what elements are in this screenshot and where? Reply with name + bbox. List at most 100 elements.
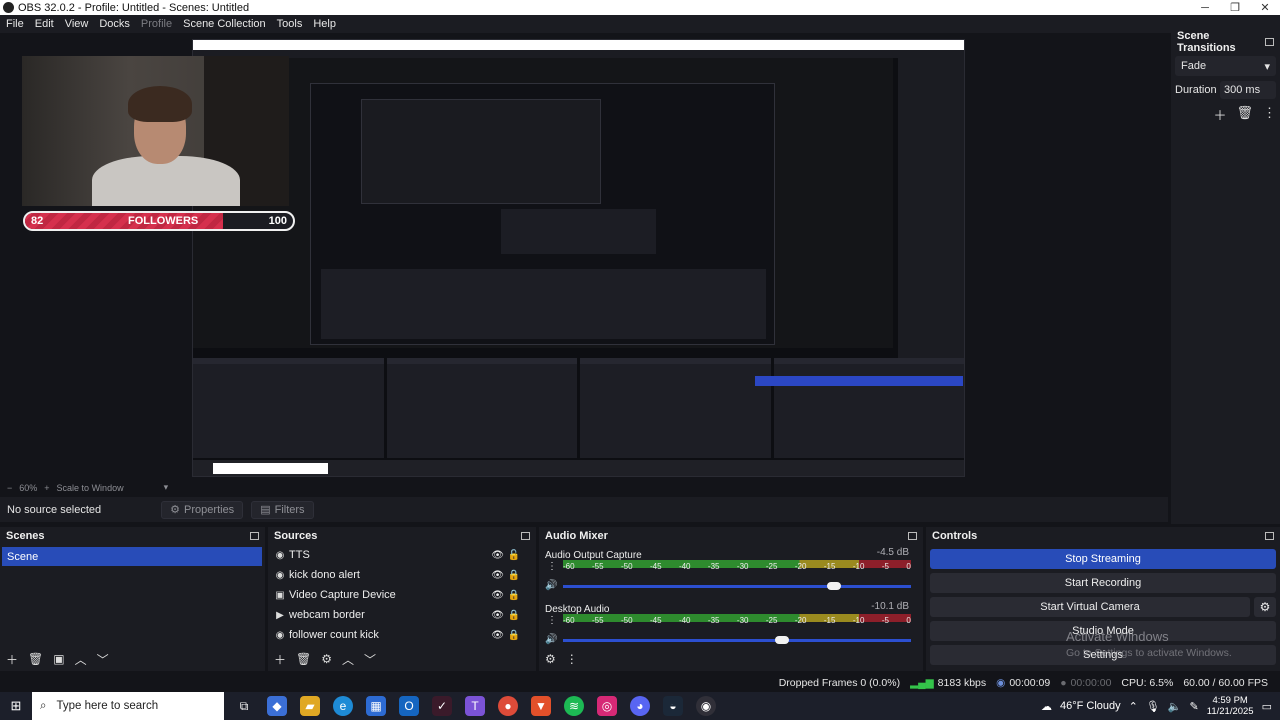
obs-icon[interactable]: ◉ [696,696,716,716]
speaker-icon[interactable]: 🔊 [545,634,557,645]
mixer-settings-icon[interactable]: ⚙ [545,652,556,666]
move-down-icon[interactable]: ﹀ [364,651,376,668]
eye-icon[interactable]: 👁 [491,610,504,621]
eye-icon[interactable]: 👁 [491,570,504,581]
outlook-icon[interactable]: O [399,696,419,716]
scale-mode-dropdown[interactable]: ▾ [164,482,169,493]
weather-text[interactable]: 46°F Cloudy [1060,700,1121,712]
teams-icon[interactable]: T [465,696,485,716]
menu-file[interactable]: File [6,18,24,30]
dock-header: Sources [268,527,536,545]
pen-icon[interactable]: ✎ [1190,700,1199,713]
kebab-menu-icon[interactable]: ⋮ [547,615,557,626]
taskbar-search[interactable]: ⌕ Type here to search [32,692,224,720]
dropped-frames: Dropped Frames 0 (0.0%) [778,677,901,689]
kebab-menu-icon[interactable]: ⋮ [1263,105,1276,124]
menu-scene-collection[interactable]: Scene Collection [183,18,266,30]
volume-knob[interactable] [827,582,842,590]
zoom-in-button[interactable]: + [44,483,49,493]
steam-icon[interactable]: ◒ [663,696,683,716]
stop-streaming-button[interactable]: Stop Streaming [930,549,1276,569]
transition-select[interactable]: Fade ▾ [1175,56,1276,76]
duration-value: 300 ms [1224,84,1261,96]
preview-canvas[interactable]: 82 FOLLOWERS 100 [0,33,1168,481]
lock-icon[interactable]: 🔒 [508,570,520,581]
scene-item[interactable]: Scene [2,547,262,566]
follower-count-bar: 82 FOLLOWERS 100 [23,211,295,231]
volume-slider[interactable] [563,582,911,590]
instagram-icon[interactable]: ◎ [597,696,617,716]
menu-edit[interactable]: Edit [35,18,54,30]
clock[interactable]: 4:59 PM 11/21/2025 [1207,695,1254,717]
add-icon[interactable]: ＋ [274,651,286,668]
chevron-up-icon[interactable]: ⌃ [1129,700,1138,713]
properties-button[interactable]: ⚙ Properties [161,500,244,519]
notification-icon[interactable]: ▭ [1262,700,1272,713]
microphone-icon[interactable]: 🎙 [1146,700,1160,713]
close-button[interactable]: ✕ [1250,0,1280,15]
minimize-button[interactable]: ─ [1190,0,1220,15]
spotify-icon[interactable]: ≋ [564,696,584,716]
volume-slider[interactable] [563,636,911,644]
store-icon[interactable]: ▦ [366,696,386,716]
capcut-icon[interactable]: ✓ [432,696,452,716]
add-transition-icon[interactable]: ＋ [1213,105,1226,124]
chrome-icon[interactable]: ● [498,696,518,716]
trash-icon[interactable]: 🗑 [296,652,311,666]
menu-docks[interactable]: Docks [99,18,130,30]
source-label: Video Capture Device [289,589,396,601]
start-recording-button[interactable]: Start Recording [930,573,1276,593]
volume-knob[interactable] [775,636,790,644]
source-item[interactable]: ◉ follower count kick 👁 🔒 [268,625,536,645]
source-item[interactable]: ▣ Video Capture Device 👁 🔒 [268,585,536,605]
discord-icon[interactable]: ◕ [630,696,650,716]
task-view-icon[interactable]: ⧉ [234,696,254,716]
windows-start-icon[interactable]: ⊞ [0,692,32,720]
undock-icon[interactable] [1265,38,1274,46]
move-down-icon[interactable]: ﹀ [97,651,109,668]
brave-icon[interactable]: ▼ [531,696,551,716]
trash-icon[interactable]: 🗑 [28,652,43,666]
source-item[interactable]: ◉ kick dono alert 👁 🔒 [268,565,536,585]
volume-icon[interactable]: 🔈 [1168,700,1182,713]
file-explorer-icon[interactable]: ▰ [300,696,320,716]
trash-icon[interactable]: 🗑 [1236,105,1253,124]
source-item[interactable]: ▶ webcam border 👁 🔒 [268,605,536,625]
scale-tick: -25 [765,616,778,625]
zoom-out-button[interactable]: − [7,483,12,493]
menu-view[interactable]: View [65,18,89,30]
scene-filter-icon[interactable]: ▣ [53,652,64,666]
restore-button[interactable]: ❐ [1220,0,1250,15]
menu-tools[interactable]: Tools [277,18,303,30]
move-up-icon[interactable]: ︿ [75,651,87,668]
lock-icon[interactable]: 🔓 [508,550,520,561]
undock-icon[interactable] [250,532,259,540]
scale-tick: -15 [823,616,836,625]
scale-tick: -5 [881,562,889,571]
menu-help[interactable]: Help [313,18,336,30]
undock-icon[interactable] [1265,532,1274,540]
edge-icon[interactable]: e [333,696,353,716]
undock-icon[interactable] [521,532,530,540]
start-virtual-camera-button[interactable]: Start Virtual Camera [930,597,1250,617]
lock-icon[interactable]: 🔒 [508,630,520,641]
add-icon[interactable]: ＋ [6,651,18,668]
eye-icon[interactable]: 👁 [491,590,504,601]
lock-icon[interactable]: 🔒 [508,590,520,601]
menu-profile[interactable]: Profile [141,18,172,30]
speaker-icon[interactable]: 🔊 [545,580,557,591]
eye-icon[interactable]: 👁 [491,550,504,561]
gear-icon[interactable]: ⚙ [321,652,332,666]
undock-icon[interactable] [908,532,917,540]
filters-button[interactable]: ▤ Filters [251,500,314,519]
eye-icon[interactable]: 👁 [491,630,504,641]
kebab-menu-icon[interactable]: ⋮ [547,561,557,572]
kebab-menu-icon[interactable]: ⋮ [566,652,578,666]
move-up-icon[interactable]: ︿ [342,651,354,668]
scale-tick: -20 [794,616,807,625]
duration-input[interactable]: 300 ms [1220,81,1276,99]
gear-icon[interactable]: ⚙ [1254,597,1276,617]
source-item[interactable]: ◉ TTS 👁 🔓 [268,545,536,565]
copilot-icon[interactable]: ◆ [267,696,287,716]
lock-icon[interactable]: 🔒 [508,610,520,621]
